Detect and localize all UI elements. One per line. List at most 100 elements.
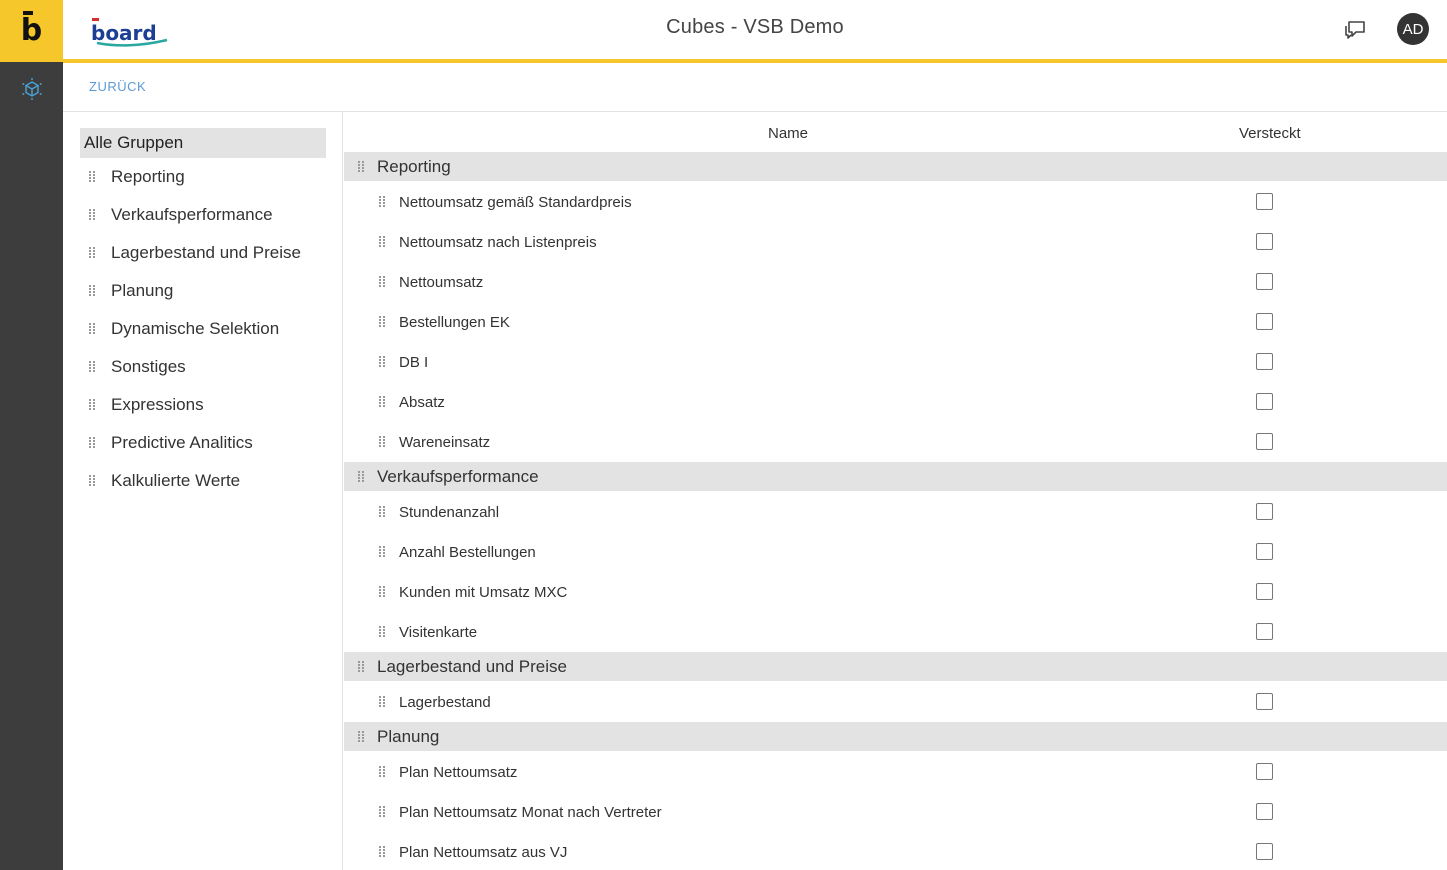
hidden-checkbox[interactable] — [1256, 693, 1273, 710]
group-row[interactable]: Verkaufsperformance — [344, 462, 1447, 491]
left-rail: b — [0, 0, 63, 870]
group-item-label: Predictive Analitics — [111, 433, 253, 452]
group-item[interactable]: Planung — [89, 276, 173, 306]
cubes-table: Name Versteckt Reporting Nettoumsatz gemä… — [344, 112, 1447, 870]
group-item[interactable]: Lagerbestand und Preise — [89, 238, 301, 268]
column-header-hidden[interactable]: Versteckt — [1239, 125, 1301, 142]
group-row[interactable]: Planung — [344, 722, 1447, 751]
hidden-checkbox[interactable] — [1256, 763, 1273, 780]
hidden-checkbox[interactable] — [1256, 433, 1273, 450]
drag-handle-icon[interactable] — [89, 209, 95, 221]
hidden-checkbox[interactable] — [1256, 583, 1273, 600]
group-item-label: Dynamische Selektion — [111, 319, 280, 338]
hidden-checkbox[interactable] — [1256, 273, 1273, 290]
drag-handle-icon[interactable] — [379, 626, 385, 638]
top-header: board Cubes - VSB Demo AD — [63, 0, 1447, 59]
hidden-checkbox[interactable] — [1256, 353, 1273, 370]
group-row-label: Verkaufsperformance — [377, 466, 539, 486]
page-title: Cubes - VSB Demo — [666, 16, 844, 38]
hidden-checkbox[interactable] — [1256, 393, 1273, 410]
sub-toolbar: ZURÜCK — [63, 63, 1447, 112]
drag-handle-icon[interactable] — [379, 846, 385, 858]
group-item[interactable]: Expressions — [89, 390, 204, 420]
drag-handle-icon[interactable] — [89, 361, 95, 373]
drag-handle-icon[interactable] — [89, 285, 95, 297]
group-item-label: Expressions — [111, 395, 204, 414]
drag-handle-icon[interactable] — [358, 160, 364, 173]
drag-handle-icon[interactable] — [89, 247, 95, 259]
hidden-checkbox[interactable] — [1256, 803, 1273, 820]
avatar[interactable]: AD — [1397, 13, 1429, 45]
cube-name: Nettoumsatz — [399, 273, 484, 291]
drag-handle-icon[interactable] — [89, 171, 95, 183]
drag-handle-icon[interactable] — [358, 470, 364, 483]
board-b-logo[interactable]: b — [0, 0, 63, 62]
drag-handle-icon[interactable] — [89, 323, 95, 335]
cube-name: DB I — [399, 353, 429, 371]
group-item[interactable]: Reporting — [89, 162, 185, 192]
drag-handle-icon[interactable] — [379, 396, 385, 408]
hidden-checkbox[interactable] — [1256, 313, 1273, 330]
group-item[interactable]: Predictive Analitics — [89, 428, 253, 458]
drag-handle-icon[interactable] — [379, 276, 385, 288]
hidden-checkbox[interactable] — [1256, 193, 1273, 210]
cube-row[interactable]: Plan Nettoumsatz aus VJ — [344, 832, 1447, 870]
hidden-checkbox[interactable] — [1256, 233, 1273, 250]
group-item[interactable]: Kalkulierte Werte — [89, 466, 240, 496]
group-row[interactable]: Lagerbestand und Preise — [344, 652, 1447, 681]
cube-row[interactable]: DB I — [344, 342, 1447, 382]
group-panel: Alle Gruppen Reporting Verkaufsperformanc… — [63, 112, 343, 870]
drag-handle-icon[interactable] — [379, 196, 385, 208]
group-row-label: Lagerbestand und Preise — [377, 656, 567, 676]
drag-handle-icon[interactable] — [89, 399, 95, 411]
hidden-checkbox[interactable] — [1256, 623, 1273, 640]
cube-row[interactable]: Kunden mit Umsatz MXC — [344, 572, 1447, 612]
hidden-checkbox[interactable] — [1256, 843, 1273, 860]
drag-handle-icon[interactable] — [379, 806, 385, 818]
drag-handle-icon[interactable] — [89, 437, 95, 449]
drag-handle-icon[interactable] — [379, 506, 385, 518]
cube-row[interactable]: Nettoumsatz gemäß Standardpreis — [344, 182, 1447, 222]
drag-handle-icon[interactable] — [379, 586, 385, 598]
drag-handle-icon[interactable] — [379, 766, 385, 778]
drag-handle-icon[interactable] — [89, 475, 95, 487]
cube-settings-icon[interactable] — [0, 63, 63, 115]
group-item-label: Sonstiges — [111, 357, 186, 376]
group-row[interactable]: Reporting — [344, 152, 1447, 181]
cube-row[interactable]: Visitenkarte — [344, 612, 1447, 652]
drag-handle-icon[interactable] — [379, 236, 385, 248]
cube-name: Plan Nettoumsatz aus VJ — [399, 843, 568, 861]
cube-row[interactable]: Nettoumsatz nach Listenpreis — [344, 222, 1447, 262]
drag-handle-icon[interactable] — [358, 730, 364, 743]
drag-handle-icon[interactable] — [379, 696, 385, 708]
cube-row[interactable]: Absatz — [344, 382, 1447, 422]
hidden-checkbox[interactable] — [1256, 543, 1273, 560]
group-row-label: Planung — [377, 726, 440, 746]
cube-row[interactable]: Wareneinsatz — [344, 422, 1447, 462]
group-item[interactable]: Dynamische Selektion — [89, 314, 279, 344]
column-header-name[interactable]: Name — [768, 125, 808, 142]
cube-row[interactable]: Plan Nettoumsatz Monat nach Vertreter — [344, 792, 1447, 832]
drag-handle-icon[interactable] — [379, 546, 385, 558]
drag-handle-icon[interactable] — [379, 356, 385, 368]
cube-name: Wareneinsatz — [399, 433, 491, 451]
cube-row[interactable]: Stundenanzahl — [344, 492, 1447, 532]
drag-handle-icon[interactable] — [379, 436, 385, 448]
group-item[interactable]: Sonstiges — [89, 352, 186, 382]
group-all-item[interactable]: Alle Gruppen — [80, 128, 326, 158]
hidden-checkbox[interactable] — [1256, 503, 1273, 520]
chat-icon[interactable] — [1342, 15, 1370, 43]
cube-row[interactable]: Bestellungen EK — [344, 302, 1447, 342]
cube-row[interactable]: Nettoumsatz — [344, 262, 1447, 302]
drag-handle-icon[interactable] — [379, 316, 385, 328]
group-item-label: Kalkulierte Werte — [111, 471, 241, 490]
cube-row[interactable]: Plan Nettoumsatz — [344, 752, 1447, 792]
group-item-label: Planung — [111, 281, 174, 300]
drag-handle-icon[interactable] — [358, 660, 364, 673]
cube-name: Kunden mit Umsatz MXC — [399, 583, 568, 601]
cube-name: Nettoumsatz gemäß Standardpreis — [399, 193, 632, 211]
cube-row[interactable]: Lagerbestand — [344, 682, 1447, 722]
group-item[interactable]: Verkaufsperformance — [89, 200, 273, 230]
back-link[interactable]: ZURÜCK — [89, 79, 146, 94]
cube-row[interactable]: Anzahl Bestellungen — [344, 532, 1447, 572]
